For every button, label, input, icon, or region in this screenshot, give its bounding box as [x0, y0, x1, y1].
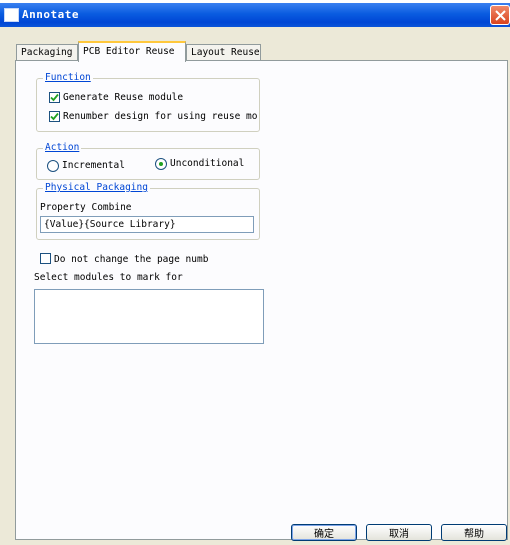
close-button[interactable]	[490, 5, 510, 25]
incremental-radio[interactable]	[47, 160, 59, 172]
checkmark-icon	[50, 112, 59, 121]
unconditional-label[interactable]: Unconditional	[170, 158, 254, 169]
radio-selected-dot	[159, 162, 163, 166]
tab-layout-reuse[interactable]: Layout Reuse	[186, 44, 261, 61]
tab-label: Packaging	[21, 47, 73, 58]
physical-packaging-label: Physical Packaging	[43, 182, 150, 193]
tab-packaging[interactable]: Packaging	[16, 44, 78, 61]
cancel-button[interactable]: 取消	[366, 524, 432, 541]
renumber-label[interactable]: Renumber design for using reuse mo	[63, 111, 257, 122]
select-modules-label: Select modules to mark for	[34, 272, 183, 283]
window-icon	[4, 8, 19, 22]
tab-label: PCB Editor Reuse	[83, 46, 175, 57]
tab-pcb-editor-reuse[interactable]: PCB Editor Reuse	[78, 41, 186, 62]
page-number-label[interactable]: Do not change the page numb	[54, 254, 208, 265]
property-combine-label: Property Combine	[40, 202, 132, 213]
generate-reuse-label[interactable]: Generate Reuse module	[63, 92, 183, 103]
action-group-label: Action	[43, 142, 82, 153]
title-bar[interactable]: Annotate	[0, 3, 510, 27]
close-icon	[494, 9, 506, 21]
property-combine-input[interactable]: {Value}{Source Library}	[40, 216, 254, 233]
select-modules-list[interactable]	[34, 289, 264, 344]
ok-button[interactable]: 确定	[291, 524, 357, 541]
function-group-label: Function	[43, 72, 93, 83]
incremental-label[interactable]: Incremental	[62, 160, 125, 171]
help-button[interactable]: 帮助	[441, 524, 507, 541]
window-title: Annotate	[22, 8, 79, 21]
unconditional-radio[interactable]	[155, 158, 167, 170]
function-group: Function	[36, 72, 260, 132]
page-number-checkbox[interactable]	[40, 253, 51, 264]
checkmark-icon	[50, 93, 59, 102]
generate-reuse-checkbox[interactable]	[49, 92, 60, 103]
tab-label: Layout Reuse	[191, 47, 260, 58]
renumber-checkbox[interactable]	[49, 111, 60, 122]
